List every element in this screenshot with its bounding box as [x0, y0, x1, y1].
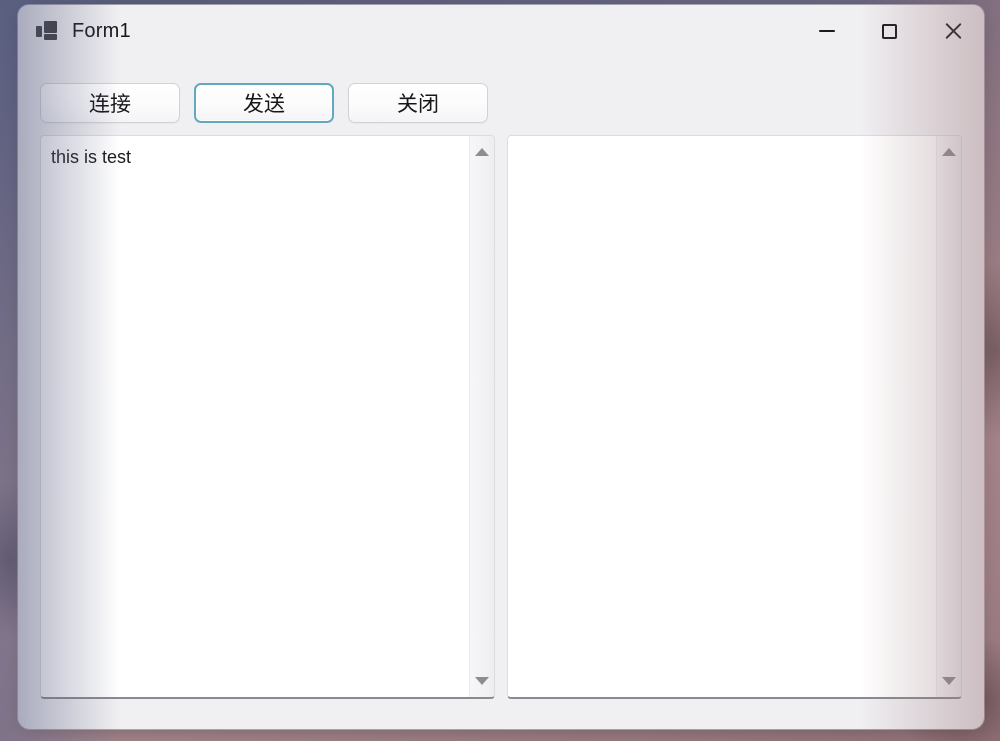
title-bar[interactable]: Form1: [18, 5, 984, 57]
title-bar-left: Form1: [18, 20, 131, 43]
maximize-button[interactable]: [858, 5, 921, 57]
textbox-area: this is test: [18, 123, 984, 729]
maximize-icon: [882, 23, 897, 39]
right-textbox[interactable]: [507, 135, 962, 699]
desktop-background: Form1 连接 发送 关闭 this is test: [0, 0, 1000, 741]
scroll-up-arrow-icon: [942, 148, 956, 156]
left-scroll-down-button[interactable]: [471, 670, 493, 692]
send-button[interactable]: 发送: [194, 83, 334, 123]
left-scroll-up-button[interactable]: [471, 141, 493, 163]
close-icon: [944, 22, 962, 40]
scroll-down-arrow-icon: [942, 677, 956, 685]
scroll-down-arrow-icon: [475, 677, 489, 685]
close-button[interactable]: 关闭: [348, 83, 488, 123]
right-scroll-down-button[interactable]: [938, 670, 960, 692]
action-button-row: 连接 发送 关闭: [18, 57, 984, 123]
right-textbox-content[interactable]: [508, 136, 936, 697]
scroll-up-arrow-icon: [475, 148, 489, 156]
left-textbox-content[interactable]: this is test: [41, 136, 469, 697]
minimize-button[interactable]: [795, 5, 858, 57]
minimize-icon: [818, 30, 835, 32]
left-textbox[interactable]: this is test: [40, 135, 495, 699]
right-scroll-up-button[interactable]: [938, 141, 960, 163]
window-title: Form1: [72, 19, 131, 42]
window-controls: [795, 5, 984, 57]
close-window-button[interactable]: [921, 5, 984, 57]
left-textbox-scrollbar[interactable]: [469, 136, 494, 697]
connect-button[interactable]: 连接: [40, 83, 180, 123]
app-window: Form1 连接 发送 关闭 this is test: [18, 5, 984, 729]
winforms-app-icon: [36, 21, 58, 41]
right-textbox-scrollbar[interactable]: [936, 136, 961, 697]
